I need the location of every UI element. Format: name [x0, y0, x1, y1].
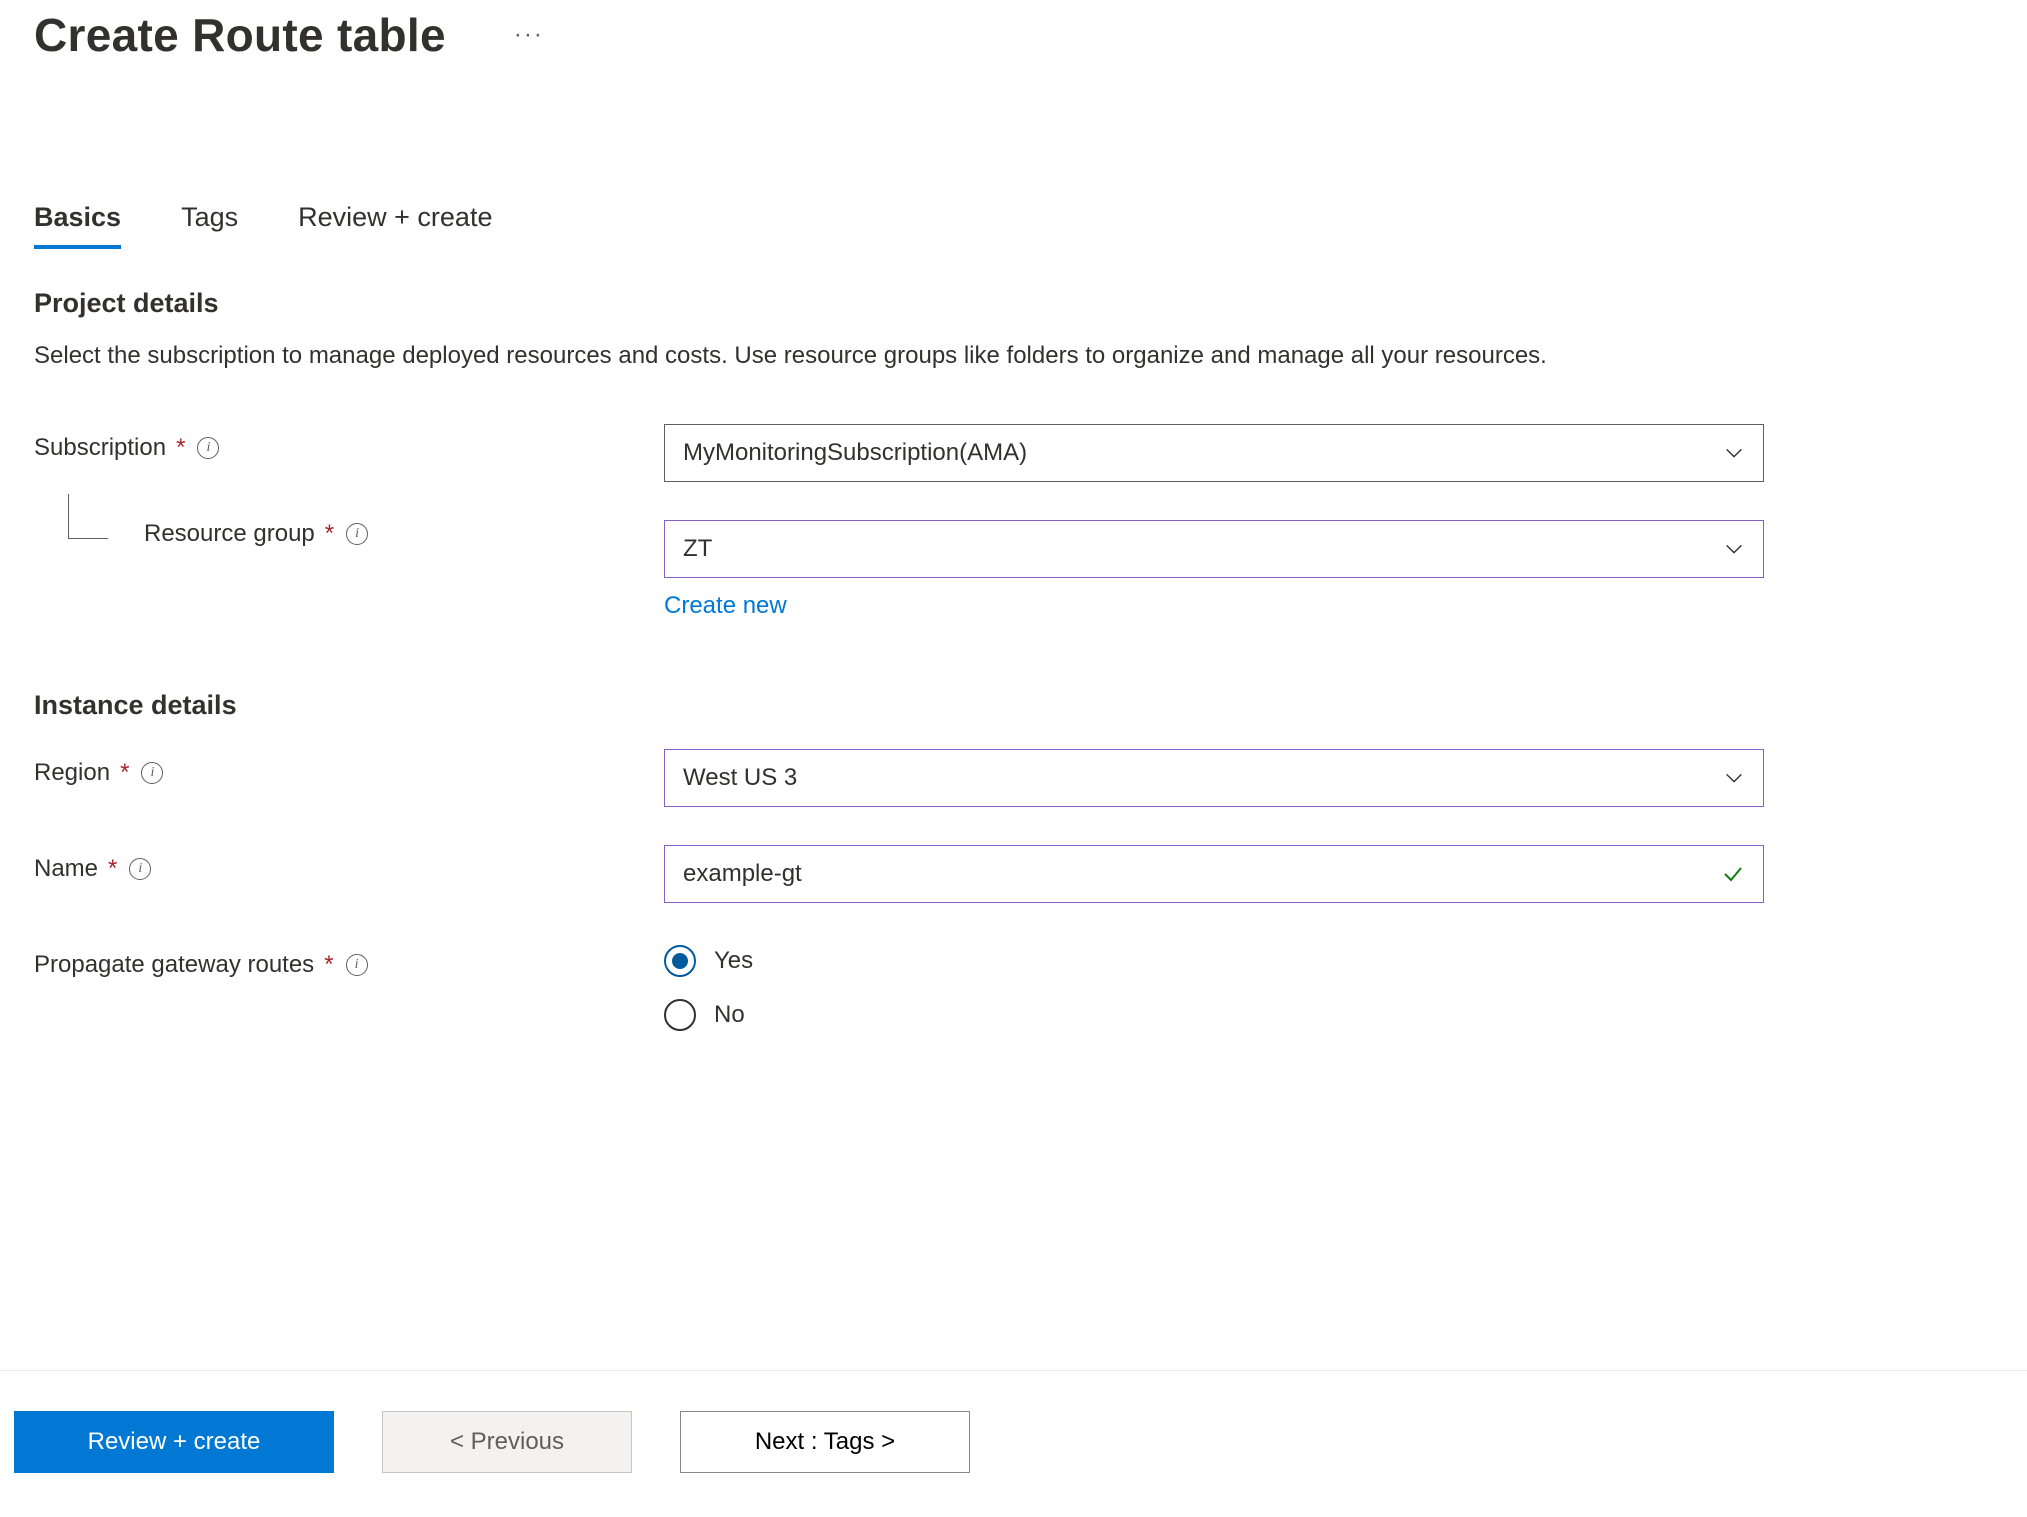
tab-basics[interactable]: Basics: [34, 202, 121, 247]
required-indicator: *: [324, 951, 333, 979]
project-details-description: Select the subscription to manage deploy…: [34, 337, 1634, 374]
info-icon[interactable]: i: [197, 437, 219, 459]
subscription-dropdown[interactable]: MyMonitoringSubscription(AMA): [664, 424, 1764, 482]
region-dropdown[interactable]: West US 3: [664, 749, 1764, 807]
resource-group-label-text: Resource group: [144, 520, 315, 548]
info-icon[interactable]: i: [129, 858, 151, 880]
instance-details-title: Instance details: [34, 690, 1993, 721]
chevron-down-icon: [1723, 538, 1745, 560]
resource-group-value: ZT: [683, 535, 712, 563]
tab-tags[interactable]: Tags: [181, 202, 238, 247]
subscription-value: MyMonitoringSubscription(AMA): [683, 439, 1027, 467]
propagate-radio-group: Yes No: [664, 941, 1764, 1031]
info-icon[interactable]: i: [141, 762, 163, 784]
name-input[interactable]: [683, 860, 1705, 888]
propagate-label: Propagate gateway routes * i: [34, 951, 368, 979]
resource-group-label: Resource group * i: [144, 520, 368, 548]
region-label: Region * i: [34, 759, 163, 787]
required-indicator: *: [120, 759, 129, 787]
name-label-text: Name: [34, 855, 98, 883]
chevron-down-icon: [1723, 442, 1745, 464]
subscription-label: Subscription * i: [34, 434, 219, 462]
name-label: Name * i: [34, 855, 151, 883]
required-indicator: *: [176, 434, 185, 462]
region-label-text: Region: [34, 759, 110, 787]
tab-review-create[interactable]: Review + create: [298, 202, 492, 247]
check-icon: [1721, 862, 1745, 886]
propagate-no-option[interactable]: No: [664, 999, 1764, 1031]
previous-button: < Previous: [382, 1411, 632, 1473]
propagate-label-text: Propagate gateway routes: [34, 951, 314, 979]
info-icon[interactable]: i: [346, 523, 368, 545]
more-actions-icon[interactable]: ···: [506, 17, 552, 53]
resource-group-dropdown[interactable]: ZT: [664, 520, 1764, 578]
name-field-wrapper: [664, 845, 1764, 903]
indent-connector: [48, 514, 118, 572]
propagate-no-label: No: [714, 1001, 745, 1029]
subscription-label-text: Subscription: [34, 434, 166, 462]
next-button[interactable]: Next : Tags >: [680, 1411, 970, 1473]
tabs: Basics Tags Review + create: [34, 202, 1993, 248]
required-indicator: *: [108, 855, 117, 883]
create-new-link[interactable]: Create new: [664, 592, 787, 620]
project-details-section: Project details Select the subscription …: [34, 288, 1993, 620]
project-details-title: Project details: [34, 288, 1993, 319]
radio-button-selected: [664, 945, 696, 977]
instance-details-section: Instance details Region * i West US 3: [34, 690, 1993, 1031]
info-icon[interactable]: i: [346, 954, 368, 976]
review-create-button[interactable]: Review + create: [14, 1411, 334, 1473]
propagate-yes-label: Yes: [714, 947, 753, 975]
required-indicator: *: [325, 520, 334, 548]
propagate-yes-option[interactable]: Yes: [664, 945, 1764, 977]
region-value: West US 3: [683, 764, 797, 792]
page-title: Create Route table: [34, 8, 446, 62]
radio-button-unselected: [664, 999, 696, 1031]
chevron-down-icon: [1723, 767, 1745, 789]
footer-actions: Review + create < Previous Next : Tags >: [0, 1370, 2027, 1513]
